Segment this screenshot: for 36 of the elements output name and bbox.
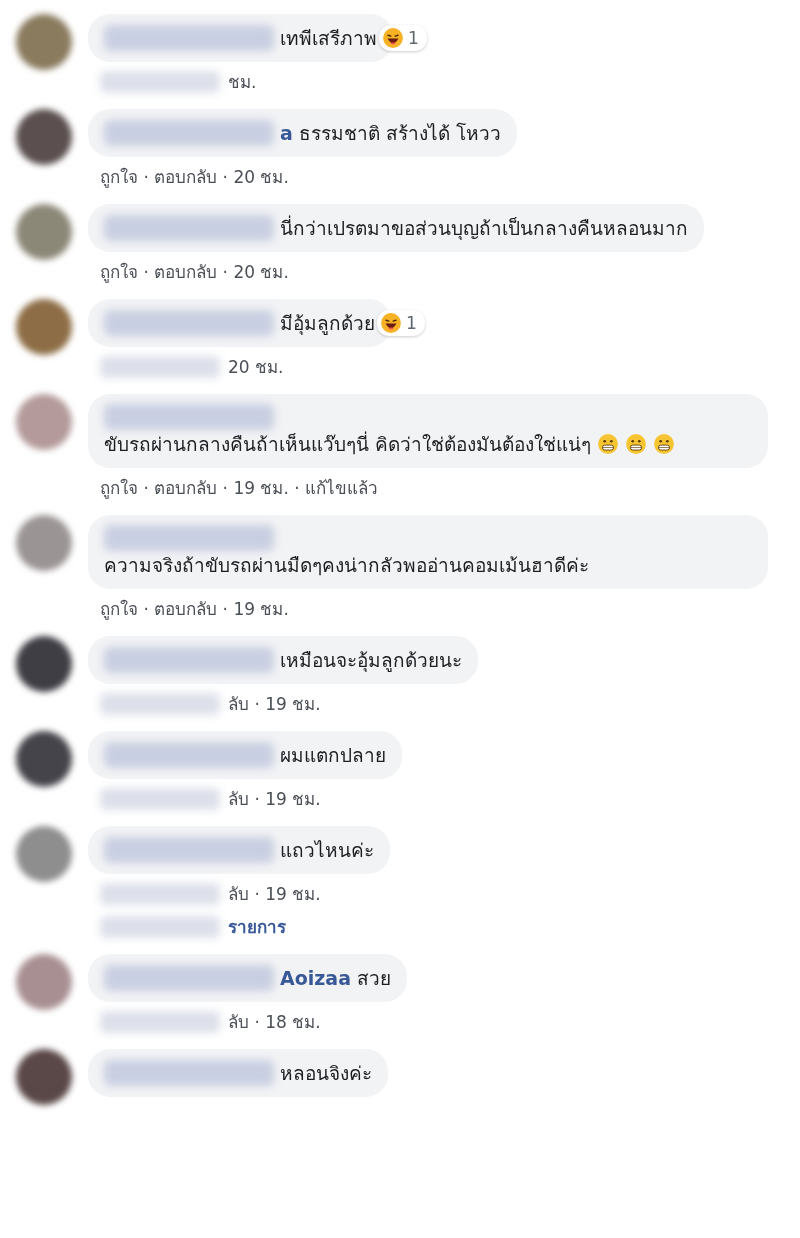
reaction-count[interactable]: 1 xyxy=(377,310,425,336)
avatar[interactable] xyxy=(16,1049,72,1105)
laughing-emoji-icon xyxy=(382,27,404,49)
comment-actions[interactable]: ชม. xyxy=(228,68,257,95)
grimace-emoji-icon xyxy=(597,433,620,455)
avatar[interactable] xyxy=(16,636,72,692)
comment-actions[interactable]: ลับ · 19 ชม. xyxy=(228,785,321,812)
reaction-count[interactable]: 1 xyxy=(379,25,427,51)
comment-actions[interactable]: ลับ · 18 ชม. xyxy=(228,1008,321,1035)
comment-actions[interactable]: ถูกใจ · ตอบกลับ · 19 ชม. · แก้ไขแล้ว xyxy=(100,474,379,501)
comment-actions[interactable]: ถูกใจ · ตอบกลับ · 20 ชม. xyxy=(100,258,289,285)
comment-text: ขับรถผ่านกลางคืนถ้าเห็นแว๊บๆนี่ คิดว่าใช่ต้องมันต้องใช่แน่ๆ xyxy=(104,430,592,457)
avatar[interactable] xyxy=(16,109,72,165)
grimace-emoji-icon xyxy=(625,433,648,455)
view-replies-link[interactable]: รายการ xyxy=(228,913,286,940)
laughing-emoji-icon xyxy=(380,312,402,334)
comment-text: เทพีเสรีภาพ xyxy=(280,26,377,51)
comment-text: เหมือนจะอุ้มลูกด้วยนะ xyxy=(280,648,462,674)
avatar[interactable] xyxy=(16,299,72,355)
comment-actions[interactable]: 20 ชม. xyxy=(228,353,284,380)
comment-text: นี่กว่าเปรตมาขอส่วนบุญถ้าเป็นกลางคืนหลอนมาก xyxy=(280,214,688,242)
comment-text: ธรรมชาติ สร้างได้ โหวว xyxy=(298,121,501,146)
comment-actions[interactable]: ถูกใจ · ตอบกลับ · 19 ชม. xyxy=(100,595,289,622)
comment-actions[interactable]: ลับ · 19 ชม. xyxy=(228,690,321,717)
comment-text: หลอนจิงค่ะ xyxy=(280,1061,372,1086)
comment-text: ผมแตกปลาย xyxy=(280,743,386,768)
avatar[interactable] xyxy=(16,731,72,787)
author-name[interactable]: a xyxy=(280,119,293,147)
author-name[interactable]: Aoizaa xyxy=(280,964,351,992)
comment-actions[interactable]: ถูกใจ · ตอบกลับ · 20 ชม. xyxy=(100,163,289,190)
comment-text: สวย xyxy=(357,966,391,991)
comment-text: มีอุ้มลูกด้วย xyxy=(280,311,375,337)
comment-text: ความจริงถ้าขับรถผ่านมืดๆคงน่ากลัวพออ่านคอมเม้นฮาดีค่ะ xyxy=(104,553,589,578)
comment-actions[interactable]: ลับ · 19 ชม. xyxy=(228,880,321,907)
grimace-emoji-icon xyxy=(653,433,676,455)
comment-text: แถวไหนค่ะ xyxy=(280,838,374,863)
